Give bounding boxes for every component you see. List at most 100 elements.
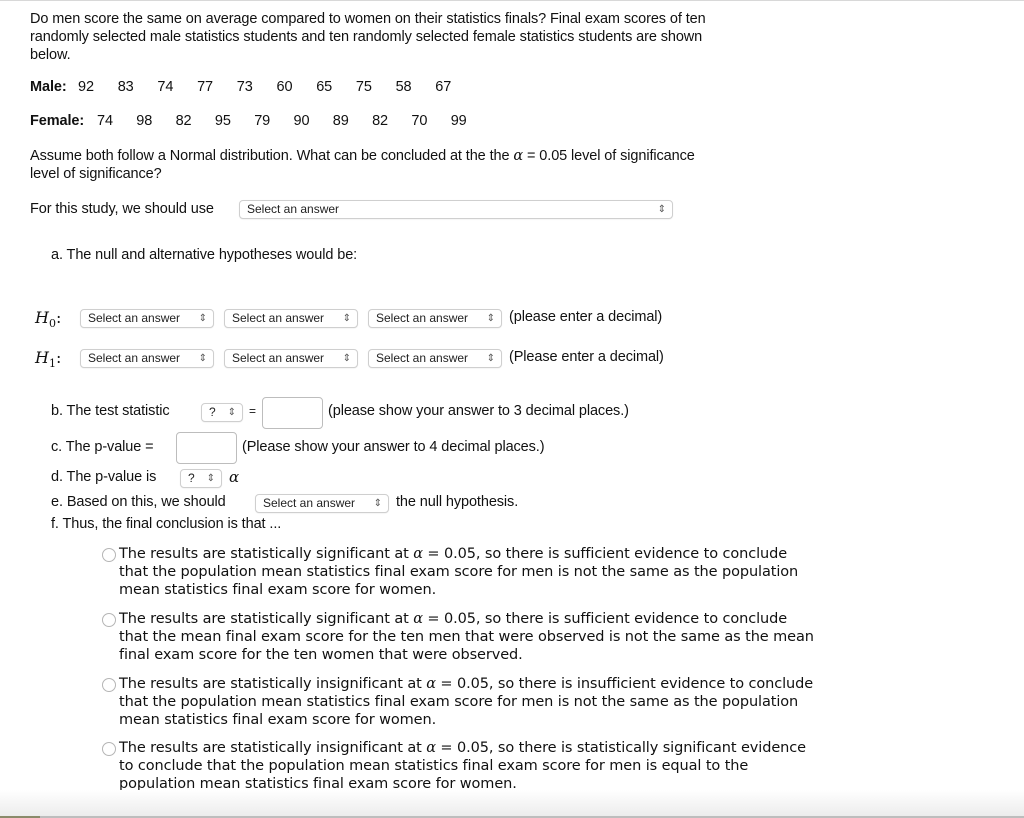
male-score: 77: [197, 79, 214, 95]
alpha-symbol: α: [426, 740, 436, 756]
female-scores-row: Female:: [30, 113, 84, 129]
assume-text-line2: level of significance?: [30, 166, 162, 182]
conclusion-option-2[interactable]: The results are statistically significan…: [119, 610, 819, 664]
h1-hint: (Please enter a decimal): [509, 349, 664, 365]
male-score: 60: [276, 79, 293, 95]
part-c-hint: (Please show your answer to 4 decimal pl…: [242, 439, 545, 455]
part-b-label: b. The test statistic: [51, 403, 170, 419]
female-score: 89: [332, 113, 349, 129]
chevron-updown-icon: ⇕: [198, 313, 207, 324]
select-value: Select an answer: [232, 351, 325, 365]
male-score: 83: [117, 79, 134, 95]
female-score: 82: [175, 113, 192, 129]
option-line: to conclude that the population mean sta…: [119, 758, 749, 774]
male-score: 75: [355, 79, 372, 95]
chevron-updown-icon: ⇕: [657, 204, 666, 215]
select-value: Select an answer: [376, 351, 469, 365]
chevron-updown-icon: ⇕: [342, 353, 351, 364]
select-value: Select an answer: [88, 351, 181, 365]
chevron-updown-icon: ⇕: [342, 313, 351, 324]
option-line: The results are statistically significan…: [119, 611, 788, 627]
h1-value-select[interactable]: Select an answer ⇕: [368, 349, 502, 368]
chevron-updown-icon: ⇕: [486, 313, 495, 324]
conclusion-radio-4[interactable]: [102, 742, 116, 756]
h0-subscript: 0: [48, 317, 56, 331]
assumption-text: Assume both follow a Normal distribution…: [30, 147, 695, 183]
female-score: 95: [214, 113, 231, 129]
h0-symbol: H: [35, 308, 49, 327]
female-score: 98: [136, 113, 153, 129]
female-score: 90: [293, 113, 310, 129]
female-score: 82: [372, 113, 389, 129]
part-e-suffix: the null hypothesis.: [396, 494, 519, 510]
part-c-label: c. The p-value =: [51, 439, 154, 455]
test-statistic-type-select[interactable]: ? ⇕: [201, 403, 243, 422]
conclusion-radio-3[interactable]: [102, 678, 116, 692]
h1-colon: :: [55, 348, 62, 367]
male-score: 67: [435, 79, 452, 95]
part-d-label: d. The p-value is: [51, 469, 157, 485]
intro-line: Do men score the same on average compare…: [30, 11, 706, 27]
alpha-symbol: α: [413, 611, 423, 627]
conclusion-option-4[interactable]: The results are statistically insignific…: [119, 739, 819, 793]
male-score: 73: [236, 79, 253, 95]
h1-symbol: H: [35, 348, 49, 367]
chevron-updown-icon: ⇕: [198, 353, 207, 364]
select-value: ?: [209, 405, 216, 419]
h0-label: H0:: [35, 308, 61, 330]
select-value: Select an answer: [232, 311, 325, 325]
option-line: final exam score for the ten women that …: [119, 647, 523, 663]
h0-value-select[interactable]: Select an answer ⇕: [368, 309, 502, 328]
conclusion-radio-1[interactable]: [102, 548, 116, 562]
male-score: 74: [157, 79, 174, 95]
chevron-updown-icon: ⇕: [373, 498, 382, 509]
option-line: that the population mean statistics fina…: [119, 694, 799, 710]
select-value: ?: [188, 471, 195, 485]
option-line: mean statistics final exam score for wom…: [119, 712, 437, 728]
assume-text-a: Assume both follow a Normal distribution…: [30, 148, 510, 164]
male-score: 58: [395, 79, 412, 95]
conclusion-option-1[interactable]: The results are statistically significan…: [119, 545, 819, 599]
option-line: that the mean final exam score for the t…: [119, 629, 814, 645]
h0-operator-select[interactable]: Select an answer ⇕: [224, 309, 358, 328]
select-value: Select an answer: [88, 311, 181, 325]
bottom-fade: [0, 790, 1024, 816]
option-line: The results are statistically significan…: [119, 546, 788, 562]
part-b-hint: (please show your answer to 3 decimal pl…: [328, 403, 629, 419]
alpha-symbol: α: [413, 546, 423, 562]
question-intro: Do men score the same on average compare…: [30, 10, 706, 64]
female-score: 99: [450, 113, 467, 129]
chevron-updown-icon: ⇕: [486, 353, 495, 364]
select-value: Select an answer: [263, 496, 356, 510]
h0-parameter-select[interactable]: Select an answer ⇕: [80, 309, 214, 328]
male-scores-row: Male:: [30, 79, 67, 95]
male-label: Male:: [30, 79, 67, 95]
h0-colon: :: [55, 308, 62, 327]
top-border: [0, 0, 1024, 1]
option-line: that the population mean statistics fina…: [119, 564, 799, 580]
p-value-comparison-select[interactable]: ? ⇕: [180, 469, 222, 488]
conclusion-option-3[interactable]: The results are statistically insignific…: [119, 675, 819, 729]
female-score: 70: [411, 113, 428, 129]
study-type-select[interactable]: Select an answer ⇕: [239, 200, 673, 219]
option-line: mean statistics final exam score for wom…: [119, 582, 437, 598]
female-score: 79: [254, 113, 271, 129]
h1-operator-select[interactable]: Select an answer ⇕: [224, 349, 358, 368]
chevron-updown-icon: ⇕: [227, 407, 236, 418]
part-e-label: e. Based on this, we should: [51, 494, 226, 510]
option-line: The results are statistically insignific…: [119, 740, 806, 756]
h0-hint: (please enter a decimal): [509, 309, 663, 325]
h1-parameter-select[interactable]: Select an answer ⇕: [80, 349, 214, 368]
test-statistic-input[interactable]: [262, 397, 323, 429]
h1-subscript: 1: [48, 357, 56, 371]
study-label: For this study, we should use: [30, 201, 214, 217]
male-score: 65: [316, 79, 333, 95]
select-value: Select an answer: [376, 311, 469, 325]
intro-line: randomly selected male statistics studen…: [30, 29, 703, 45]
alpha-symbol: α: [426, 676, 436, 692]
assume-text-b: = 0.05 level of significance: [527, 148, 695, 164]
conclusion-radio-2[interactable]: [102, 613, 116, 627]
chevron-updown-icon: ⇕: [206, 473, 215, 484]
p-value-input[interactable]: [176, 432, 237, 464]
decision-select[interactable]: Select an answer ⇕: [255, 494, 389, 513]
